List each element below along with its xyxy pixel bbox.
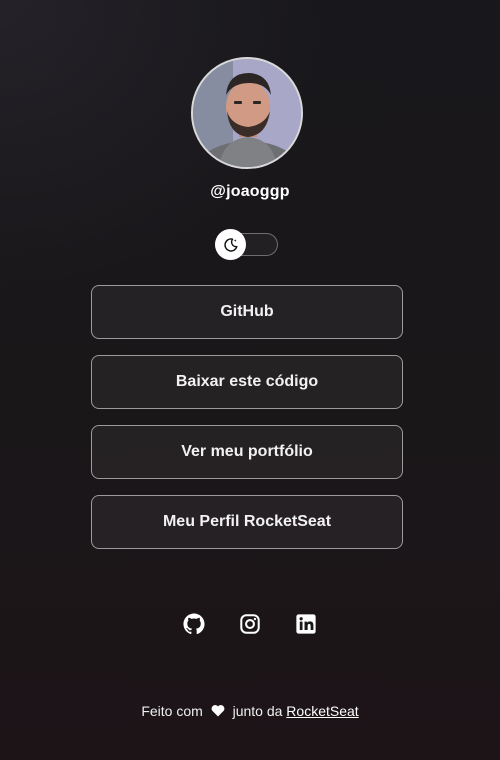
github-icon [183,613,205,635]
theme-toggle-knob[interactable] [215,229,246,260]
github-social-link[interactable] [183,612,205,636]
instagram-social-link[interactable] [239,612,261,636]
rocketseat-link[interactable]: RocketSeat [286,703,358,719]
linkedin-social-link[interactable] [295,612,317,636]
github-link-button[interactable]: GitHub [91,285,403,339]
instagram-icon [240,614,260,634]
download-code-button[interactable]: Baixar este código [91,355,403,409]
footer: Feito com junto da RocketSeat [0,703,500,719]
footer-middle-text: junto da [232,703,283,719]
profile-photo [193,59,301,167]
avatar [191,57,303,169]
footer-prefix-text: Feito com [141,703,203,719]
theme-toggle[interactable] [215,229,278,260]
heart-icon [211,705,225,717]
portfolio-link-button[interactable]: Ver meu portfólio [91,425,403,479]
moon-icon [223,237,237,252]
link-list: GitHub Baixar este código Ver meu portfó… [91,285,403,565]
linkedin-icon [296,614,316,634]
rocketseat-profile-button[interactable]: Meu Perfil RocketSeat [91,495,403,549]
page: @joaoggp GitHub Baixar este código Ver m… [0,0,500,760]
username: @joaoggp [210,183,290,200]
social-links [0,612,500,636]
